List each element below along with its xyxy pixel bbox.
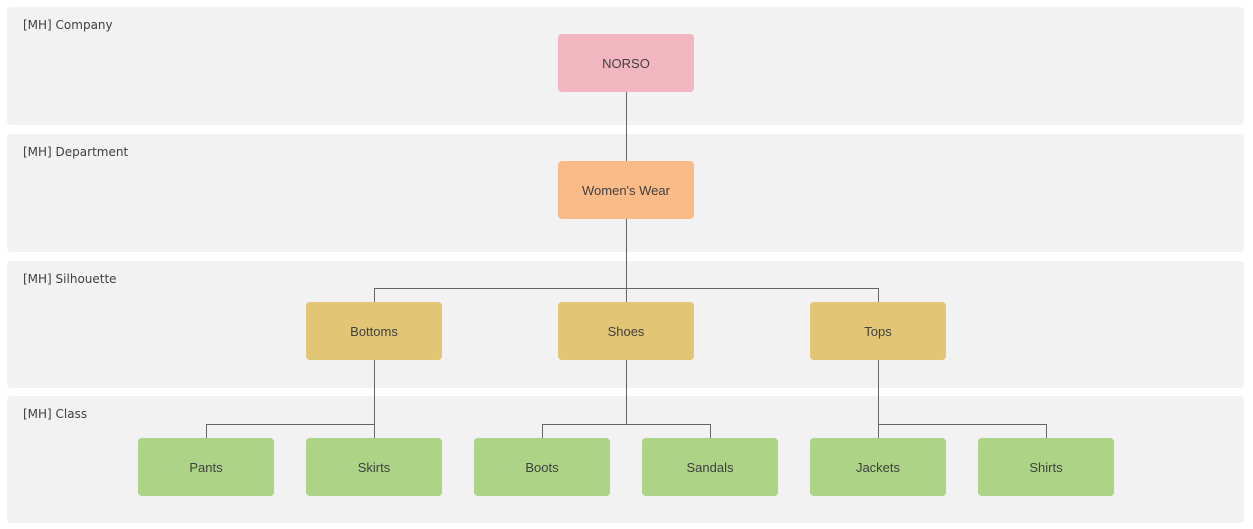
level-label: [MH] Company [23, 18, 113, 32]
node-sandals[interactable]: Sandals [642, 438, 778, 496]
node-norso[interactable]: NORSO [558, 34, 694, 92]
node-shoes[interactable]: Shoes [558, 302, 694, 360]
node-womens-wear[interactable]: Women's Wear [558, 161, 694, 219]
node-skirts[interactable]: Skirts [306, 438, 442, 496]
node-pants[interactable]: Pants [138, 438, 274, 496]
node-tops[interactable]: Tops [810, 302, 946, 360]
node-jackets[interactable]: Jackets [810, 438, 946, 496]
node-bottoms[interactable]: Bottoms [306, 302, 442, 360]
node-boots[interactable]: Boots [474, 438, 610, 496]
level-label: [MH] Silhouette [23, 272, 117, 286]
node-shirts[interactable]: Shirts [978, 438, 1114, 496]
level-label: [MH] Class [23, 407, 88, 421]
level-label: [MH] Department [23, 145, 129, 159]
